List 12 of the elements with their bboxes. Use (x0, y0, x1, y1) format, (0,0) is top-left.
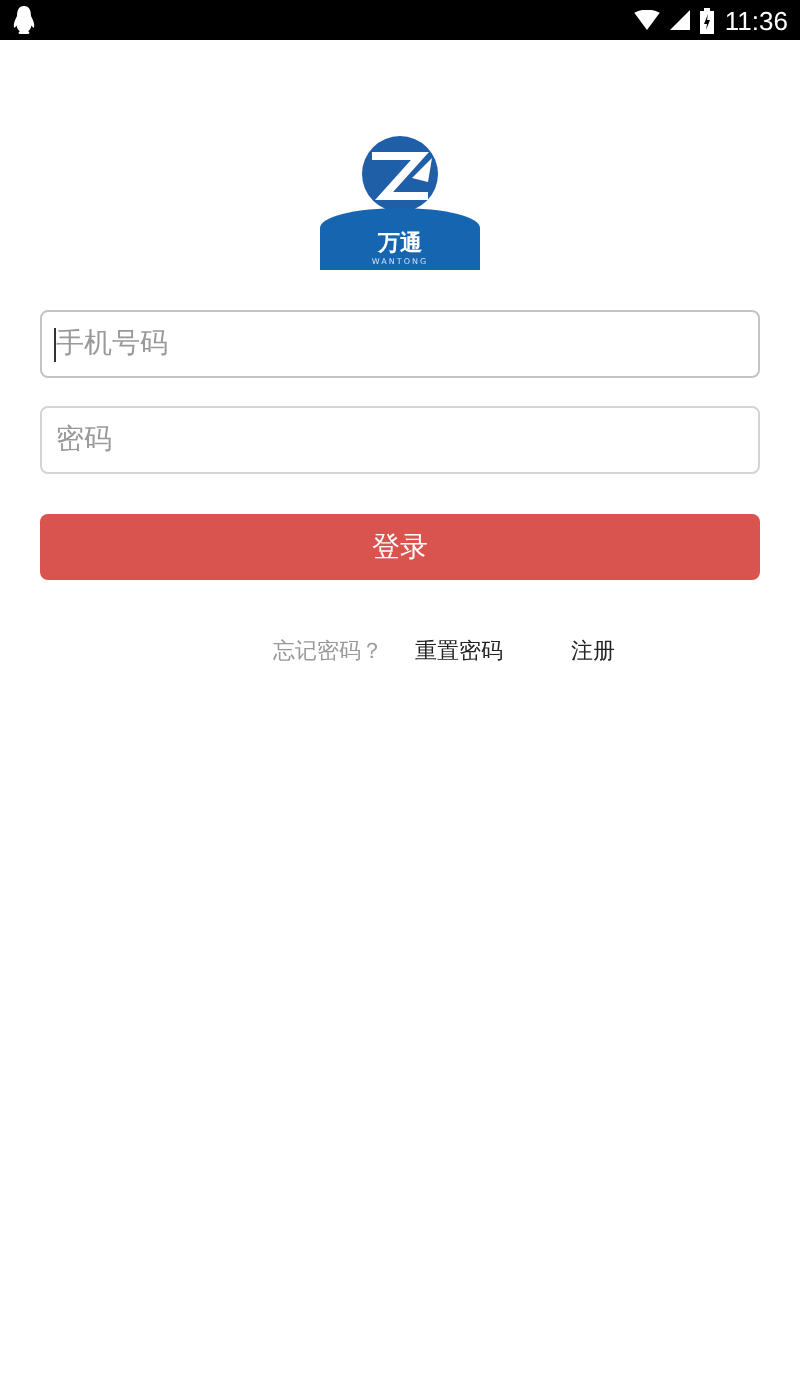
login-button[interactable]: 登录 (40, 514, 760, 580)
wifi-icon (634, 10, 661, 30)
text-link[interactable]: 重置密码 (415, 636, 503, 666)
battery-icon (700, 7, 715, 33)
input-field[interactable]: 手机号码 (40, 310, 760, 378)
status-time: 11:36 (724, 5, 788, 35)
logo-name: 万通 (378, 232, 422, 256)
hint-text: 忘记密码？ (273, 636, 383, 666)
text-link[interactable]: 注册 (571, 636, 615, 666)
input-field[interactable]: 密码 (40, 406, 760, 474)
signal-icon (670, 10, 691, 30)
penguin-icon (12, 6, 36, 34)
